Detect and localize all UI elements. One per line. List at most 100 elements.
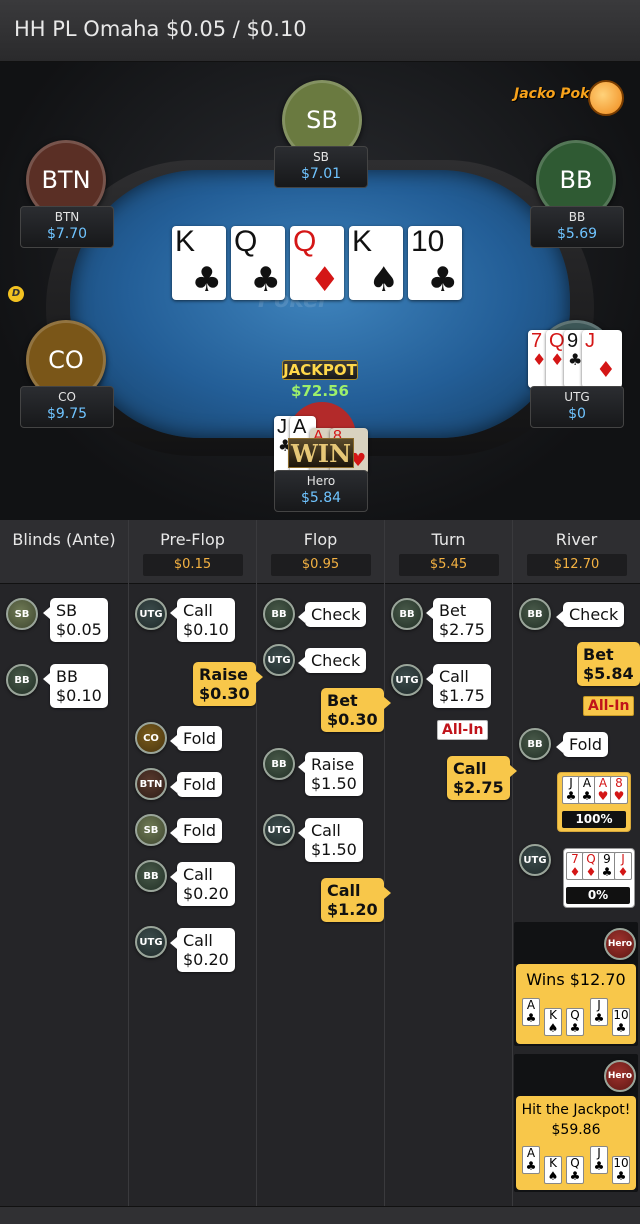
position-chip-bb: BB xyxy=(519,728,551,760)
card-rank: K xyxy=(175,226,196,258)
result-box-jackpot: Hero Hit the Jackpot! $59.86 A ♣ K ♠ Q ♣… xyxy=(514,1054,638,1192)
player-name: Hero xyxy=(306,474,336,488)
street-pot: $0.95 xyxy=(270,554,371,576)
action-bubble: Fold xyxy=(169,818,223,843)
card-suit: ♦ xyxy=(596,358,616,383)
mini-card: 8 ♥ xyxy=(610,776,628,804)
street-header[interactable]: Pre-Flop $0.15 xyxy=(129,520,256,584)
card-suit: ♣ xyxy=(568,350,583,369)
street-column-turn: Turn $5.45 BB Bet $2.75 UTG Call $1.75 A… xyxy=(385,520,517,1206)
card-suit: ♦ xyxy=(550,350,565,369)
mini-card: J ♦ xyxy=(614,852,632,880)
card-rank: J xyxy=(277,416,287,438)
card-rank: Q xyxy=(234,226,258,258)
dealer-button-icon: D xyxy=(8,286,24,302)
street-header[interactable]: Turn $5.45 xyxy=(385,520,512,584)
seat-label: BB xyxy=(559,166,593,194)
bottom-scrollbar[interactable] xyxy=(0,1206,640,1224)
street-header[interactable]: Flop $0.95 xyxy=(257,520,384,584)
card-suit: ♦ xyxy=(309,260,340,300)
action-bubble: Call $0.20 xyxy=(170,862,235,906)
action-bubble: SB $0.05 xyxy=(43,598,108,642)
board-card-1: K ♣ xyxy=(172,226,226,300)
seat-label: CO xyxy=(48,346,84,374)
action-bubble: Call $0.20 xyxy=(170,928,235,972)
street-header[interactable]: River $12.70 xyxy=(513,520,640,584)
hero-action-bubble: Call $1.20 xyxy=(321,878,391,922)
player-name: BTN xyxy=(54,210,80,224)
position-chip-utg: UTG xyxy=(391,664,423,696)
all-in-badge: All-In xyxy=(437,720,489,740)
position-chip-bb: BB xyxy=(263,598,295,630)
street-column-flop: Flop $0.95 BB Check UTG Check Bet $0.30 … xyxy=(257,520,391,1206)
mini-card: A ♣ xyxy=(522,998,540,1026)
action-bubble: Call $1.75 xyxy=(426,664,491,708)
action-bubble: Fold xyxy=(555,732,609,757)
board-card-2: Q ♣ xyxy=(231,226,285,300)
mini-card: K ♠ xyxy=(544,1156,562,1184)
player-name: UTG xyxy=(564,390,590,404)
player-stack: $7.01 xyxy=(300,166,342,182)
position-chip-btn: BTN xyxy=(135,768,167,800)
position-chip-utg: UTG xyxy=(519,844,551,876)
hero-showdown-hand: J ♣ A ♣ A ♥ 8 ♥ 100% xyxy=(557,772,631,832)
position-chip-bb: BB xyxy=(519,598,551,630)
nameplate-btn: BTN $7.70 xyxy=(20,206,114,248)
utg-showdown-hand: 7 ♦ Q ♦ 9 ♣ J ♦ 0% xyxy=(563,848,635,908)
result-text: Hit the Jackpot! $59.86 xyxy=(521,1102,631,1138)
mini-card: 10 ♣ xyxy=(612,1008,630,1036)
board-card-3: Q ♦ xyxy=(290,226,344,300)
card-suit: ♠ xyxy=(368,260,399,300)
win-ribbon: WIN xyxy=(288,438,354,468)
action-bubble: Call $1.50 xyxy=(298,818,363,862)
player-name: BB xyxy=(568,210,586,224)
position-chip-bb: BB xyxy=(135,860,167,892)
card-suit: ♣ xyxy=(427,260,458,300)
mini-card: 10 ♣ xyxy=(612,1156,630,1184)
nameplate-hero: Hero $5.84 xyxy=(274,470,368,512)
position-chip-hero: Hero xyxy=(604,1060,636,1092)
player-stack: $9.75 xyxy=(46,406,88,422)
hand-replayer: { "window": { "title": "HH PL Omaha $0.0… xyxy=(0,0,640,1224)
street-column-blinds: Blinds (Ante) SB SB $0.05 BB BB $0.10 xyxy=(0,520,129,1206)
street-column-preflop: Pre-Flop $0.15 UTG Call $0.10 Raise $0.3… xyxy=(129,520,263,1206)
utg-card-4: J ♦ xyxy=(582,330,622,388)
position-chip-sb: SB xyxy=(135,814,167,846)
street-name: Flop xyxy=(303,530,338,549)
position-chip-sb: SB xyxy=(6,598,38,630)
equity-percent: 0% xyxy=(566,887,630,904)
card-rank: A xyxy=(293,416,307,438)
action-bubble: Check xyxy=(555,602,625,627)
position-chip-hero: Hero xyxy=(604,928,636,960)
hero-action-bubble: Bet $0.30 xyxy=(321,688,391,732)
street-header[interactable]: Blinds (Ante) xyxy=(0,520,128,584)
player-stack: $7.70 xyxy=(46,226,88,242)
player-stack: $5.69 xyxy=(556,226,598,242)
jackpot-amount: $72.56 xyxy=(291,382,349,400)
board-card-5: 10 ♣ xyxy=(408,226,462,300)
player-stack: $5.84 xyxy=(300,490,342,506)
street-pot: $5.45 xyxy=(398,554,499,576)
hero-action-bubble: Call $2.75 xyxy=(447,756,517,800)
card-rank: 10 xyxy=(411,226,445,258)
mini-card: K ♠ xyxy=(544,1008,562,1036)
action-bubble: Call $0.10 xyxy=(170,598,235,642)
position-chip-bb: BB xyxy=(391,598,423,630)
card-suit: ♦ xyxy=(532,350,547,369)
card-rank: 7 xyxy=(531,330,543,352)
action-bubble: Check xyxy=(297,648,367,673)
street-name: River xyxy=(555,530,598,549)
nameplate-utg: UTG $0 xyxy=(530,386,624,428)
brand-mascot-icon xyxy=(588,80,624,116)
board-card-4: K ♠ xyxy=(349,226,403,300)
card-suit: ♣ xyxy=(250,260,281,300)
jackpot-label: JACKPOT xyxy=(282,360,358,380)
position-chip-bb: BB xyxy=(263,748,295,780)
position-chip-utg: UTG xyxy=(263,814,295,846)
result-panel: Hit the Jackpot! $59.86 A ♣ K ♠ Q ♣ J ♣ … xyxy=(516,1096,636,1190)
hero-action-bubble: Bet $5.84 xyxy=(577,642,640,686)
mini-card: J ♣ xyxy=(590,1146,608,1174)
nameplate-co: CO $9.75 xyxy=(20,386,114,428)
player-stack: $0 xyxy=(568,406,586,422)
action-bubble: Raise $1.50 xyxy=(298,752,363,796)
